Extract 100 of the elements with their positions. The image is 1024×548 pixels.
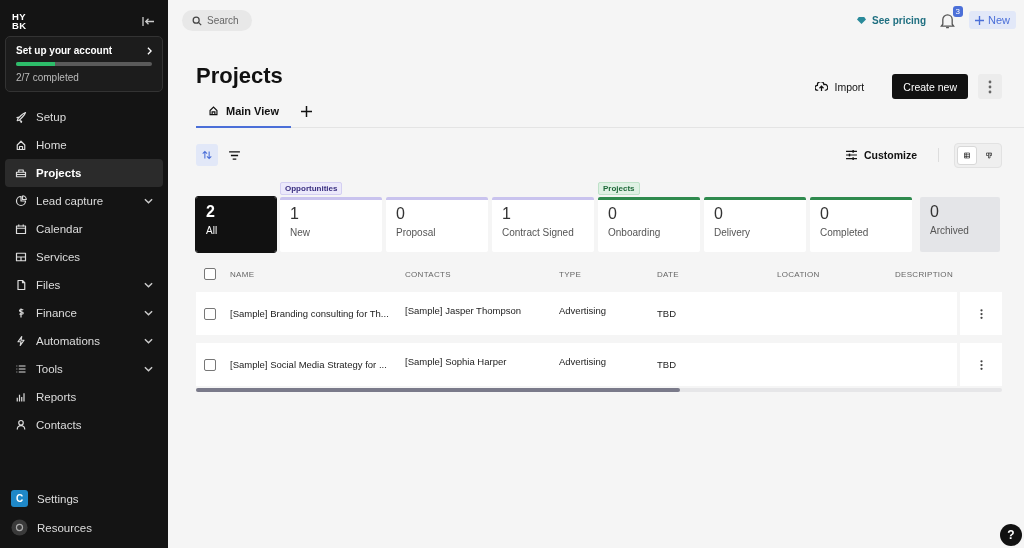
chevron-down-icon [144, 282, 153, 288]
customize-button[interactable]: Customize [839, 148, 923, 162]
group-label: Projects [598, 182, 640, 195]
table-cell-text: Advertising [559, 356, 607, 367]
filter-icon[interactable] [229, 150, 240, 160]
nav-item[interactable]: Reports [5, 383, 163, 411]
table-icon [964, 149, 970, 161]
nav-icon [15, 195, 27, 207]
stage-label: Delivery [714, 227, 752, 238]
collapse-icon[interactable] [142, 15, 155, 27]
upload-icon [814, 81, 828, 92]
nav-item[interactable]: Setup [5, 103, 163, 131]
stage-card[interactable]: 0 Delivery [704, 197, 806, 252]
nav-icon [15, 279, 27, 291]
nav-item[interactable]: Contacts [5, 411, 163, 439]
nav-item[interactable]: Lead capture [5, 187, 163, 215]
column-header[interactable]: DESCRIPTION [895, 269, 956, 279]
more-icon [988, 79, 992, 94]
stage-label: Completed [820, 227, 870, 238]
stage-count: 0 [930, 203, 940, 221]
stage-card[interactable]: 0 Completed [810, 197, 912, 252]
footer-item[interactable]: C Settings [11, 488, 168, 509]
nav-item[interactable]: Files [5, 271, 163, 299]
more-icon [979, 358, 983, 371]
bell-icon[interactable] [940, 11, 955, 29]
table-cell-text: TBD [657, 359, 677, 370]
stage-count: 1 [290, 205, 300, 223]
see-pricing-link[interactable]: See pricing [856, 14, 926, 26]
nav-item[interactable]: Home [5, 131, 163, 159]
group-label: Opportunities [280, 182, 343, 195]
nav-icon [15, 251, 27, 263]
stage-count: 1 [502, 205, 512, 223]
stage-count: 0 [396, 205, 406, 223]
stage-card[interactable]: 1 New [280, 197, 382, 252]
add-icon[interactable] [301, 105, 312, 117]
stage-count: 0 [608, 205, 618, 223]
chevron-down-icon [144, 338, 153, 344]
stage-label: Contract Signed [502, 227, 575, 238]
stage-count: 2 [206, 203, 216, 221]
new-button[interactable]: New [969, 11, 1016, 29]
column-header[interactable]: DATE [657, 269, 777, 279]
stage-count: 0 [820, 205, 830, 223]
notification-badge: 3 [952, 5, 963, 17]
create-new-button[interactable]: Create new [892, 74, 968, 99]
stage-label: All [206, 225, 219, 236]
stage-card[interactable]: 0 Onboarding [598, 197, 700, 252]
avatar: C [11, 490, 28, 507]
setup-title: Set up your account [16, 45, 113, 56]
stage-label: Onboarding [608, 227, 662, 238]
table-cell-text: TBD [657, 308, 677, 319]
home-icon [208, 105, 219, 116]
column-header[interactable]: TYPE [559, 269, 657, 279]
scrollbar-thumb[interactable] [196, 388, 680, 392]
chevron-down-icon [144, 198, 153, 204]
nav-item[interactable]: Services [5, 243, 163, 271]
row-checkbox[interactable] [204, 358, 216, 371]
view-tab[interactable]: Main View [196, 95, 291, 128]
import-button[interactable]: Import [808, 79, 871, 94]
chevron-down-icon [144, 366, 153, 372]
footer-item[interactable]: Resources [11, 517, 168, 538]
table-cell-text: [Sample] Social Media Strategy for ... [230, 359, 388, 370]
sliders-icon [845, 150, 857, 160]
column-header[interactable]: CONTACTS [405, 269, 559, 279]
chevron-down-icon [144, 310, 153, 316]
select-all-checkbox[interactable] [204, 268, 216, 280]
sort-button[interactable] [196, 144, 218, 166]
nav-item[interactable]: Finance [5, 299, 163, 327]
nav-item[interactable]: Calendar [5, 215, 163, 243]
row-checkbox[interactable] [204, 307, 216, 320]
stage-label: Archived [930, 225, 970, 236]
nav-item[interactable]: Tools [5, 355, 163, 383]
search-icon [192, 15, 202, 26]
table-cell-text: [Sample] Sophia Harper [405, 356, 508, 367]
sort-icon [202, 150, 212, 160]
nav-icon [15, 111, 27, 123]
diamond-icon [856, 15, 868, 25]
setup-card[interactable]: Set up your account 2/7 completed [5, 36, 163, 92]
stage-label: New [290, 227, 311, 238]
nav-icon [15, 335, 27, 347]
column-header[interactable]: LOCATION [777, 269, 895, 279]
nav-item[interactable]: Projects [5, 159, 163, 187]
page-title: Projects [196, 62, 283, 89]
nav-icon [15, 139, 27, 151]
table-cell-text: [Sample] Jasper Thompson [405, 305, 522, 316]
nav-icon [15, 167, 27, 179]
stage-card[interactable]: 1 Contract Signed [492, 197, 594, 252]
progress-text: 2/7 completed [16, 72, 80, 83]
logo[interactable]: HY BK [12, 12, 27, 30]
nav-icon [15, 419, 27, 431]
nav-icon [15, 391, 27, 403]
help-button[interactable]: ? [1000, 524, 1022, 546]
column-header[interactable]: NAME [230, 269, 405, 279]
stage-card[interactable]: 0 Archived [920, 197, 1000, 252]
stage-count: 0 [714, 205, 724, 223]
stage-card[interactable]: 0 Proposal [386, 197, 488, 252]
search-field[interactable]: Search [182, 9, 252, 31]
table-view-button[interactable] [957, 145, 977, 165]
more-icon [979, 307, 983, 320]
stage-card[interactable]: 2 All [196, 197, 276, 252]
nav-item[interactable]: Automations [5, 327, 163, 355]
